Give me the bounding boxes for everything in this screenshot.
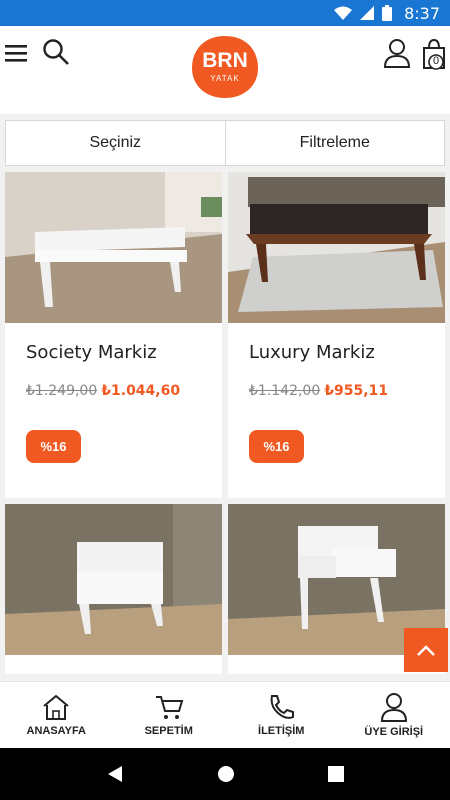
cart-icon (155, 696, 184, 719)
logo-subtext: YATAK (210, 74, 240, 83)
user-icon (380, 693, 407, 722)
product-card[interactable]: Luxury Markiz ₺1.142,00 ₺955,11 %16 (228, 172, 445, 498)
product-price: ₺1.142,00 ₺955,11 (249, 383, 388, 399)
discount-badge: %16 (249, 430, 304, 463)
cart-button[interactable]: 0 (421, 38, 447, 72)
new-price: ₺955,11 (324, 383, 389, 399)
signal-icon (360, 6, 375, 20)
clock: 8:37 (404, 3, 440, 23)
nav-login-label: ÜYE GİRİŞİ (364, 726, 424, 738)
bottom-navigation: ANASAYFA SEPETİM İLETİŞİM ÜYE GİRİŞİ (0, 681, 450, 748)
battery-icon (382, 5, 393, 21)
recents-icon[interactable] (327, 766, 344, 782)
brand-logo[interactable]: BRN YATAK (190, 34, 260, 100)
scroll-to-top-button[interactable] (404, 628, 448, 672)
product-card[interactable] (5, 504, 222, 674)
new-price: ₺1.044,60 (101, 383, 181, 399)
system-navigation-bar (0, 748, 450, 800)
nav-home[interactable]: ANASAYFA (0, 682, 113, 748)
filter-bar: Seçiniz Filtreleme (5, 120, 445, 166)
cart-count-badge: 0 (432, 55, 440, 67)
search-icon[interactable] (42, 38, 70, 66)
wifi-icon (334, 6, 353, 20)
nav-cart-label: SEPETİM (144, 725, 193, 737)
home-icon (43, 694, 69, 720)
nav-login[interactable]: ÜYE GİRİŞİ (338, 682, 450, 748)
status-bar: 8:37 (0, 0, 450, 26)
phone-icon (270, 695, 295, 719)
app-bar: BRN YATAK 0 (0, 26, 450, 114)
product-image[interactable] (5, 504, 222, 655)
home-button-icon[interactable] (217, 765, 235, 783)
logo-text: BRN (202, 49, 248, 72)
product-card[interactable]: Society Markiz ₺1.249,00 ₺1.044,60 %16 (5, 172, 222, 498)
menu-icon[interactable] (4, 40, 30, 66)
sort-select[interactable]: Seçiniz (6, 121, 225, 165)
old-price: ₺1.249,00 (26, 383, 98, 399)
product-name[interactable]: Society Markiz (26, 342, 157, 363)
product-image[interactable] (5, 172, 222, 323)
nav-home-label: ANASAYFA (26, 725, 87, 737)
discount-badge: %16 (26, 430, 81, 463)
user-icon[interactable] (383, 38, 411, 68)
filter-button[interactable]: Filtreleme (224, 121, 445, 165)
chevron-up-icon (417, 645, 435, 656)
nav-contact[interactable]: İLETİŞİM (225, 682, 338, 748)
product-name[interactable]: Luxury Markiz (249, 342, 375, 363)
nav-contact-label: İLETİŞİM (258, 725, 305, 737)
nav-cart[interactable]: SEPETİM (113, 682, 226, 748)
back-icon[interactable] (106, 765, 124, 783)
product-price: ₺1.249,00 ₺1.044,60 (26, 383, 180, 399)
product-image[interactable] (228, 172, 445, 323)
old-price: ₺1.142,00 (249, 383, 321, 399)
